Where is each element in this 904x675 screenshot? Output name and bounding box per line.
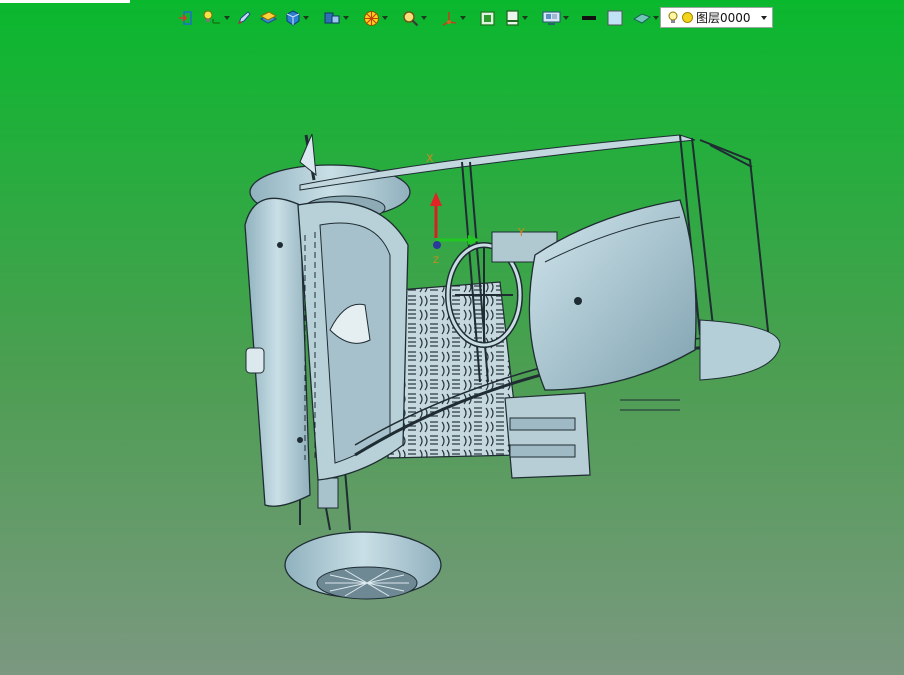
z-axis-label: Z <box>433 256 439 266</box>
x-axis-label: X <box>426 152 434 165</box>
seat <box>528 199 781 411</box>
body-shell <box>244 197 409 507</box>
y-axis-label: Y <box>517 226 525 239</box>
vehicle-model[interactable]: X Y Z <box>0 0 904 675</box>
